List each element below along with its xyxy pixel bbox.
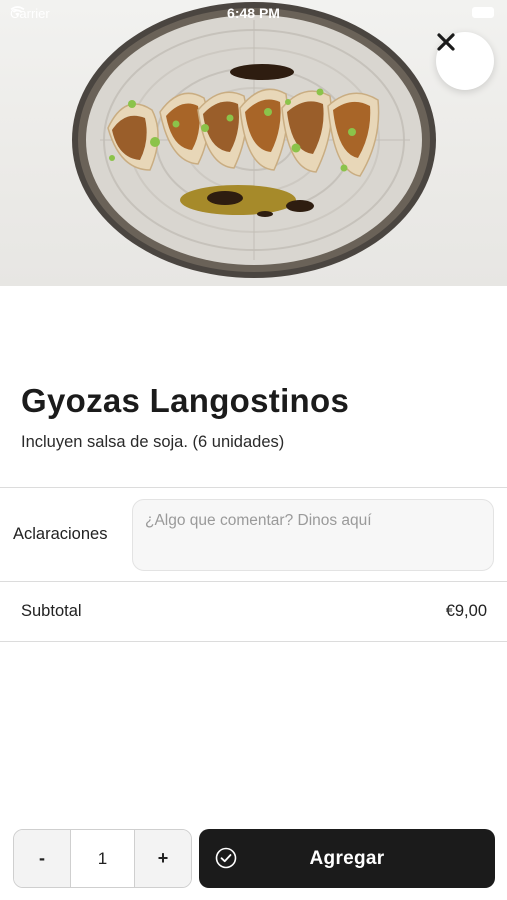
close-button[interactable]	[436, 32, 494, 90]
add-button-label: Agregar	[309, 847, 385, 869]
decrement-button[interactable]: -	[14, 830, 70, 887]
subtotal-value: €9,00	[445, 602, 487, 620]
close-icon	[437, 33, 455, 51]
divider	[0, 581, 507, 582]
status-time: 6:48 PM	[227, 5, 280, 21]
quantity-stepper: - 1 +	[13, 829, 192, 888]
divider	[0, 487, 507, 488]
notes-label: Aclaraciones	[13, 525, 108, 543]
increment-button[interactable]: +	[135, 830, 191, 887]
product-title: Gyozas Langostinos	[21, 382, 350, 419]
status-bar: Carrier 6:48 PM	[0, 0, 507, 26]
divider	[0, 641, 507, 642]
battery-icon	[472, 7, 494, 18]
notes-input[interactable]	[132, 499, 494, 571]
check-circle-icon	[215, 847, 237, 869]
product-description: Incluyen salsa de soja. (6 unidades)	[21, 433, 285, 451]
dish-photo	[72, 2, 436, 278]
add-to-cart-button[interactable]: Agregar	[199, 829, 495, 888]
quantity-value: 1	[70, 830, 135, 887]
subtotal-label: Subtotal	[21, 602, 82, 620]
product-image: Carrier 6:48 PM	[0, 0, 507, 286]
